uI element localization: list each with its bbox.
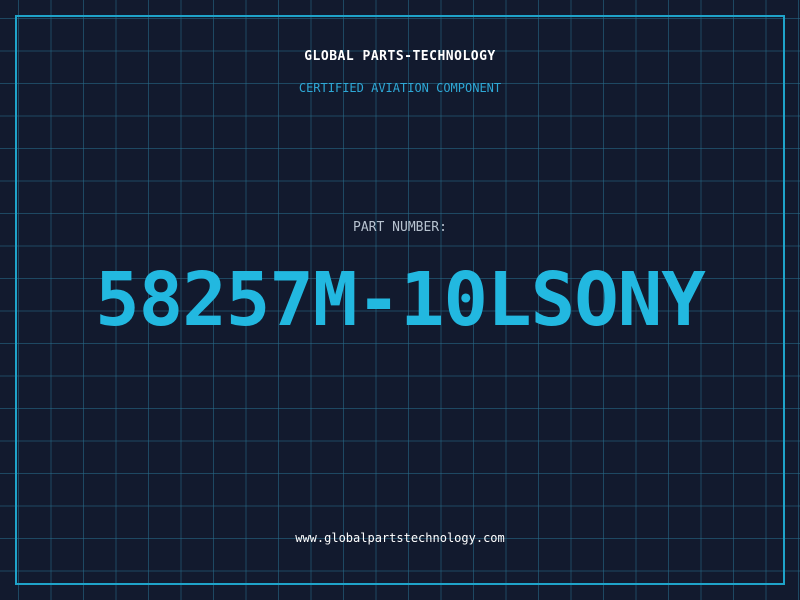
website-url: www.globalpartstechnology.com xyxy=(295,531,505,545)
part-number-label: PART NUMBER: xyxy=(353,220,447,235)
brand-title: GLOBAL PARTS-TECHNOLOGY xyxy=(304,49,496,64)
part-number-value: 58257M-10LSONY xyxy=(95,257,706,343)
certification-subtitle: CERTIFIED AVIATION COMPONENT xyxy=(298,81,502,95)
